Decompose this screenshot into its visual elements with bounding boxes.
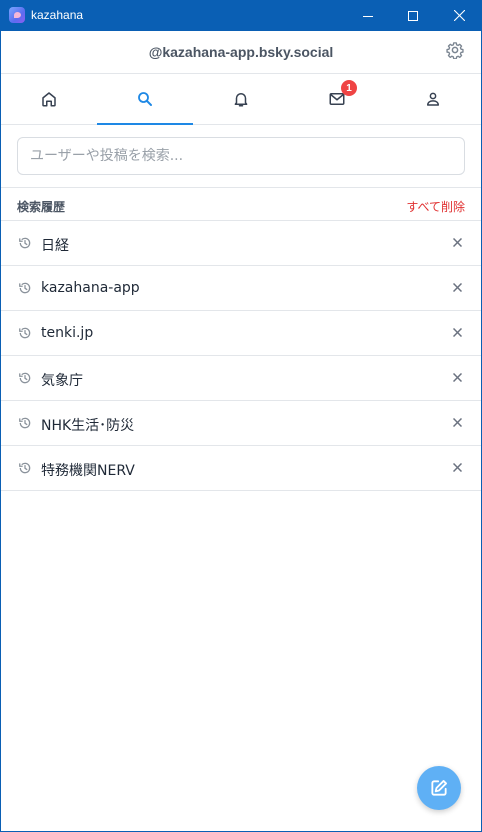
app-window: kazahana @kazahana-app.bsky.social 1 ユーザ… (0, 0, 482, 832)
remove-history-button[interactable] (449, 279, 465, 295)
history-item-label: 気象庁 (41, 373, 83, 389)
bell-icon (234, 93, 248, 107)
search-section (1, 125, 481, 188)
history-icon (19, 282, 31, 294)
unread-badge: 1 (341, 80, 357, 96)
close-icon (452, 282, 462, 292)
settings-button[interactable] (445, 40, 465, 60)
remove-history-button[interactable] (449, 459, 465, 475)
history-item[interactable]: 日経 (1, 221, 481, 266)
top-header: @kazahana-app.bsky.social (1, 31, 481, 74)
remove-history-button[interactable] (449, 324, 465, 340)
search-history-header: 検索履歴 すべて削除 (1, 188, 481, 221)
close-icon (453, 10, 465, 21)
history-icon (19, 417, 31, 429)
compose-post-button[interactable] (417, 766, 461, 810)
history-icon (19, 372, 31, 384)
app-logo-icon (9, 7, 25, 23)
history-item[interactable]: tenki.jp (1, 311, 481, 356)
gear-icon (446, 42, 464, 59)
close-icon (452, 327, 462, 337)
window-title: kazahana (31, 8, 84, 22)
close-icon (452, 237, 462, 247)
minimize-button[interactable] (345, 0, 391, 31)
account-handle: @kazahana-app.bsky.social (148, 44, 334, 60)
history-item[interactable]: 特務機関NERV (1, 446, 481, 491)
tab-search[interactable] (97, 74, 193, 125)
app-content: @kazahana-app.bsky.social 1 ユーザーや投稿を検索..… (1, 31, 481, 831)
main-tab-bar: 1 (1, 74, 481, 125)
minimize-icon (363, 15, 373, 17)
tab-profile[interactable] (385, 74, 481, 124)
maximize-icon (408, 10, 418, 21)
close-button[interactable] (436, 0, 482, 31)
search-input[interactable] (17, 137, 465, 175)
search-history-list: 日経 kazahana-app tenki.jp 気象庁 NHK生活･防災 特務… (1, 221, 481, 491)
search-icon (138, 92, 152, 106)
history-item-label: 特務機関NERV (41, 463, 135, 479)
title-bar[interactable]: kazahana (0, 0, 482, 31)
close-icon (452, 372, 462, 382)
remove-history-button[interactable] (449, 369, 465, 385)
home-icon (42, 92, 56, 107)
close-icon (452, 462, 462, 472)
history-icon (19, 327, 31, 339)
tab-messages[interactable]: 1 (289, 74, 385, 124)
history-item-label: 日経 (41, 238, 69, 254)
tab-notifications[interactable] (193, 74, 289, 124)
history-item-label: tenki.jp (41, 325, 94, 341)
history-item-label: kazahana-app (41, 280, 140, 296)
history-icon (19, 237, 31, 249)
tab-home[interactable] (1, 74, 97, 124)
close-icon (452, 417, 462, 427)
history-item[interactable]: NHK生活･防災 (1, 401, 481, 446)
history-item-label: NHK生活･防災 (41, 418, 135, 434)
maximize-button[interactable] (390, 0, 436, 31)
compose-icon (431, 780, 447, 796)
person-icon (427, 92, 439, 106)
remove-history-button[interactable] (449, 234, 465, 250)
clear-all-history-button[interactable]: すべて削除 (406, 198, 465, 215)
history-item[interactable]: kazahana-app (1, 266, 481, 311)
history-item[interactable]: 気象庁 (1, 356, 481, 401)
remove-history-button[interactable] (449, 414, 465, 430)
search-history-title: 検索履歴 (17, 200, 66, 214)
history-icon (19, 462, 31, 474)
